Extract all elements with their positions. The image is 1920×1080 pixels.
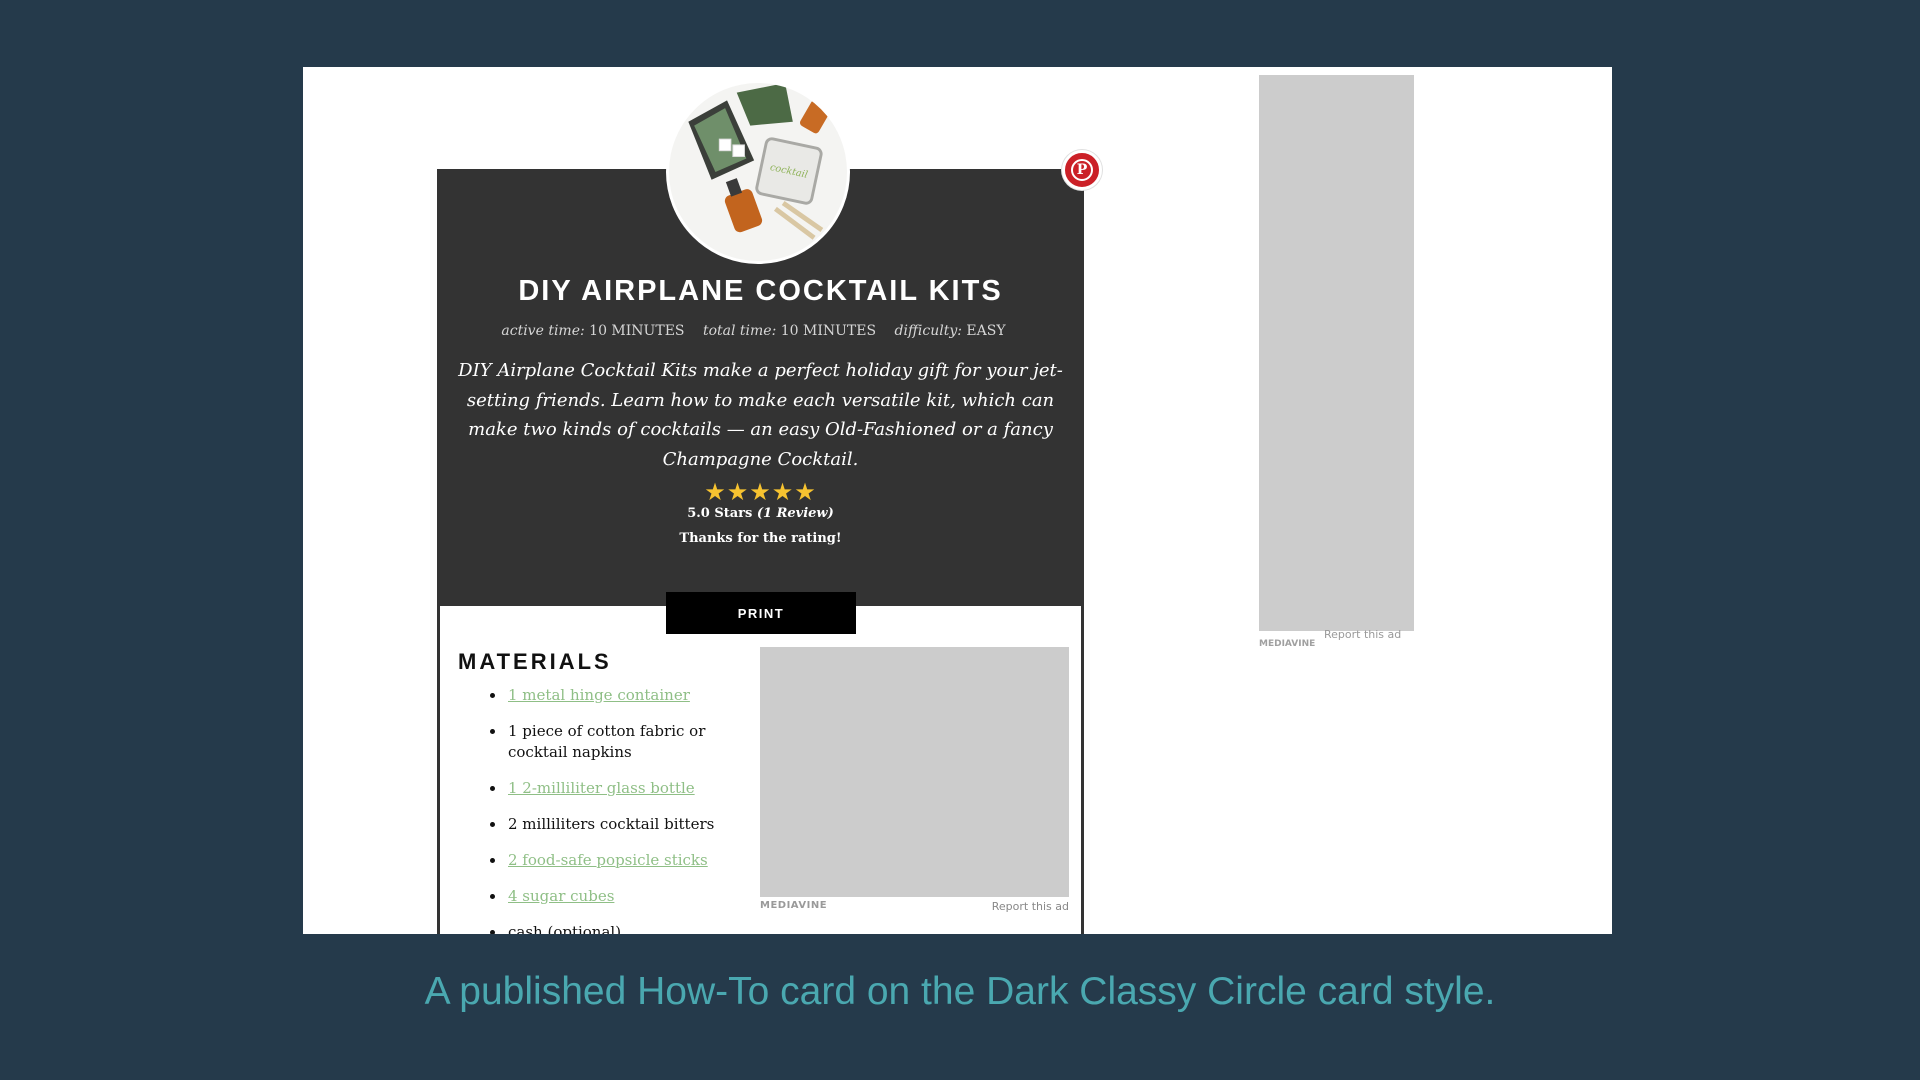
materials-heading: MATERIALS [458, 649, 612, 674]
active-time-label: active time: [501, 323, 585, 339]
inline-ad-footer: MEDIAVINE Report this ad [760, 900, 1069, 913]
material-item[interactable]: 2 food-safe popsicle sticks [506, 850, 746, 871]
difficulty-value: EASY [966, 323, 1006, 339]
total-time-value: 10 MINUTES [780, 323, 877, 339]
material-item[interactable]: 1 metal hinge container [506, 685, 746, 706]
star-rating[interactable]: ★★★★★ [440, 481, 1081, 505]
material-item: 2 milliliters cocktail bitters [506, 814, 746, 835]
sidebar-mediavine-logo: MEDIAVINE [1259, 639, 1316, 649]
material-link[interactable]: 4 sugar cubes [508, 887, 614, 905]
sidebar-report-ad-link[interactable]: Report this ad [1324, 628, 1401, 641]
cocktail-kit-photo: cocktail [669, 83, 847, 261]
material-link[interactable]: 2 food-safe popsicle sticks [508, 851, 708, 869]
material-item: cash (optional) [506, 922, 746, 934]
caption-text: A published How-To card on the Dark Clas… [424, 970, 1496, 1013]
material-text: cash (optional) [508, 923, 622, 934]
recipe-card: DIY AIRPLANE COCKTAIL KITS active time: … [437, 169, 1084, 934]
material-item[interactable]: 4 sugar cubes [506, 886, 746, 907]
browser-screenshot: DIY AIRPLANE COCKTAIL KITS active time: … [303, 67, 1612, 934]
sidebar-ad[interactable] [1259, 75, 1414, 631]
material-text: 1 piece of cotton fabric or cocktail nap… [508, 722, 706, 761]
material-item: 1 piece of cotton fabric or cocktail nap… [506, 721, 746, 763]
material-item[interactable]: 1 2-milliliter glass bottle [506, 778, 746, 799]
review-count: (1 Review) [756, 506, 834, 521]
material-link[interactable]: 1 2-milliliter glass bottle [508, 779, 695, 797]
card-meta: active time: 10 MINUTES total time: 10 M… [440, 323, 1081, 339]
card-summary: DIY Airplane Cocktail Kits make a perfec… [458, 360, 1063, 470]
difficulty-label: difficulty: [894, 323, 962, 339]
total-time-label: total time: [702, 323, 777, 339]
material-link[interactable]: 1 metal hinge container [508, 686, 690, 704]
mediavine-logo: MEDIAVINE [760, 900, 828, 911]
card-title: DIY AIRPLANE COCKTAIL KITS [518, 275, 1003, 307]
materials-list: 1 metal hinge container 1 piece of cotton… [506, 685, 746, 934]
report-ad-link[interactable]: Report this ad [992, 900, 1069, 913]
rating-thanks: Thanks for the rating! [679, 531, 842, 546]
material-text: 2 milliliters cocktail bitters [508, 815, 715, 833]
pinterest-icon: P [1071, 159, 1093, 181]
active-time-value: 10 MINUTES [589, 323, 685, 339]
rating-summary: 5.0 Stars (1 Review) [440, 506, 1081, 521]
recipe-hero-image: cocktail [666, 80, 850, 264]
print-button[interactable]: PRINT [666, 592, 856, 634]
inline-ad[interactable] [760, 647, 1069, 897]
rating-value: 5.0 Stars [687, 506, 753, 521]
pinterest-save-button[interactable]: P [1062, 150, 1102, 190]
